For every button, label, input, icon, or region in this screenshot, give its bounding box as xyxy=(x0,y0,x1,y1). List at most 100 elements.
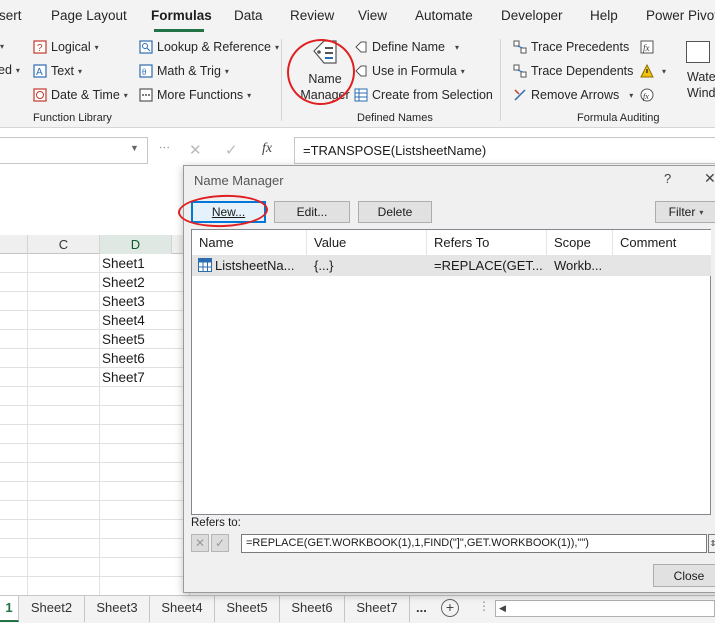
tab-insert[interactable]: sert xyxy=(0,8,22,23)
collapse-dialog-button[interactable]: ⇕ xyxy=(708,534,715,553)
cell-d3[interactable]: Sheet3 xyxy=(100,292,190,311)
grid-cell[interactable] xyxy=(28,482,100,501)
column-header-refers-to[interactable]: Refers To xyxy=(427,230,547,255)
grid-cell[interactable] xyxy=(28,330,100,349)
sheet-tab-7[interactable]: Sheet7 xyxy=(345,596,410,622)
text-button[interactable]: A Text ▾ xyxy=(33,61,82,81)
grid-cell[interactable] xyxy=(0,520,28,539)
grid-cell[interactable] xyxy=(0,482,28,501)
sheet-tab-1[interactable]: 1 xyxy=(0,596,19,622)
new-name-button[interactable]: New... xyxy=(191,201,266,223)
grid-cell[interactable] xyxy=(100,406,190,425)
grid-cell[interactable] xyxy=(0,368,28,387)
tab-review[interactable]: Review xyxy=(290,8,334,23)
sheet-tab-5[interactable]: Sheet5 xyxy=(215,596,280,622)
define-name-button[interactable]: Define Name ▾ xyxy=(354,37,459,57)
grid-cell[interactable] xyxy=(28,254,100,273)
grid-cell[interactable] xyxy=(0,292,28,311)
sheet-tab-6[interactable]: Sheet6 xyxy=(280,596,345,622)
formula-input[interactable]: =TRANSPOSE(ListsheetName) xyxy=(294,137,715,164)
tab-help[interactable]: Help xyxy=(590,8,618,23)
column-header-b[interactable] xyxy=(0,235,28,254)
grid-cell[interactable] xyxy=(28,406,100,425)
grid-cell[interactable] xyxy=(100,539,190,558)
grid-cell[interactable] xyxy=(100,558,190,577)
tab-view[interactable]: View xyxy=(358,8,387,23)
more-sheets-button[interactable]: ... xyxy=(416,600,427,615)
more-functions-button[interactable]: More Functions ▾ xyxy=(139,85,251,105)
grid-cell[interactable] xyxy=(0,577,28,596)
column-header-comment[interactable]: Comment xyxy=(613,230,711,255)
grid-cell[interactable] xyxy=(0,349,28,368)
grid-cell[interactable] xyxy=(28,501,100,520)
grid-cell[interactable] xyxy=(0,539,28,558)
grid-cell[interactable] xyxy=(28,368,100,387)
partial-recently-used[interactable]: ed ▾ xyxy=(0,60,20,80)
column-header-name[interactable]: Name xyxy=(192,230,307,255)
grid-cell[interactable] xyxy=(28,444,100,463)
grid-cell[interactable] xyxy=(28,292,100,311)
cell-d2[interactable]: Sheet2 xyxy=(100,273,190,292)
name-manager-button[interactable]: Name Manager xyxy=(298,37,352,107)
refers-to-input[interactable]: =REPLACE(GET.WORKBOOK(1),1,FIND("]",GET.… xyxy=(241,534,707,553)
grid-cell[interactable] xyxy=(100,387,190,406)
edit-name-button[interactable]: Edit... xyxy=(274,201,350,223)
grid-cell[interactable] xyxy=(28,425,100,444)
grid-cell[interactable] xyxy=(0,387,28,406)
grid-cell[interactable] xyxy=(28,463,100,482)
scroll-left-icon[interactable]: ◀ xyxy=(499,603,506,614)
grid-cell[interactable] xyxy=(100,501,190,520)
scroll-divider-icon[interactable]: ⋮ xyxy=(478,599,490,613)
cell-d1[interactable]: Sheet1 xyxy=(100,254,190,273)
grid-cell[interactable] xyxy=(28,349,100,368)
grid-cell[interactable] xyxy=(100,520,190,539)
sheet-tab-2[interactable]: Sheet2 xyxy=(19,596,85,622)
column-header-c[interactable]: C xyxy=(28,235,100,254)
remove-arrows-button[interactable]: Remove Arrows ▾ xyxy=(513,85,633,105)
column-header-value[interactable]: Value xyxy=(307,230,427,255)
cancel-icon[interactable]: ✕ xyxy=(189,141,202,159)
tab-data[interactable]: Data xyxy=(234,8,263,23)
grid-cell[interactable] xyxy=(0,254,28,273)
math-trig-button[interactable]: θ Math & Trig ▾ xyxy=(139,61,229,81)
insert-function-icon[interactable]: fx xyxy=(262,141,272,157)
date-time-button[interactable]: Date & Time ▾ xyxy=(33,85,128,105)
add-sheet-icon[interactable]: + xyxy=(441,599,459,617)
horizontal-scrollbar[interactable]: ◀ xyxy=(495,600,715,617)
error-checking-button[interactable]: ▾ xyxy=(640,61,666,81)
grid-cell[interactable] xyxy=(0,330,28,349)
evaluate-formula-button[interactable]: fx xyxy=(640,85,658,105)
cell-d7[interactable]: Sheet7 xyxy=(100,368,190,387)
create-from-selection-button[interactable]: Create from Selection xyxy=(354,85,493,105)
grid-cell[interactable] xyxy=(100,425,190,444)
tab-formulas[interactable]: Formulas xyxy=(151,8,212,23)
enter-icon[interactable]: ✓ xyxy=(225,141,238,159)
logical-button[interactable]: ? Logical ▾ xyxy=(33,37,99,57)
cell-d5[interactable]: Sheet5 xyxy=(100,330,190,349)
grid-cell[interactable] xyxy=(100,482,190,501)
tab-power-pivot[interactable]: Power Pivot xyxy=(646,8,715,23)
sheet-tab-3[interactable]: Sheet3 xyxy=(85,596,150,622)
grid-cell[interactable] xyxy=(28,520,100,539)
grid-cell[interactable] xyxy=(0,501,28,520)
column-header-d[interactable]: D xyxy=(100,235,172,254)
trace-precedents-button[interactable]: Trace Precedents xyxy=(513,37,629,57)
grid-cell[interactable] xyxy=(0,311,28,330)
grid-cell[interactable] xyxy=(28,577,100,596)
grid-cell[interactable] xyxy=(0,425,28,444)
column-header-scope[interactable]: Scope xyxy=(547,230,613,255)
grid-cell[interactable] xyxy=(0,406,28,425)
show-formulas-button[interactable]: fx xyxy=(640,37,658,57)
grid-cell[interactable] xyxy=(100,444,190,463)
grid-cell[interactable] xyxy=(28,311,100,330)
cell-d6[interactable]: Sheet6 xyxy=(100,349,190,368)
grid-cell[interactable] xyxy=(28,558,100,577)
watch-window-button[interactable]: Wate Wind xyxy=(682,41,715,107)
name-box[interactable]: ▼ xyxy=(0,137,148,164)
grid-cell[interactable] xyxy=(28,539,100,558)
grid-cell[interactable] xyxy=(0,558,28,577)
grid-cell[interactable] xyxy=(0,444,28,463)
close-icon[interactable]: ✕ xyxy=(704,170,715,187)
trace-dependents-button[interactable]: Trace Dependents xyxy=(513,61,633,81)
confirm-edit-button[interactable]: ✓ xyxy=(211,534,229,552)
